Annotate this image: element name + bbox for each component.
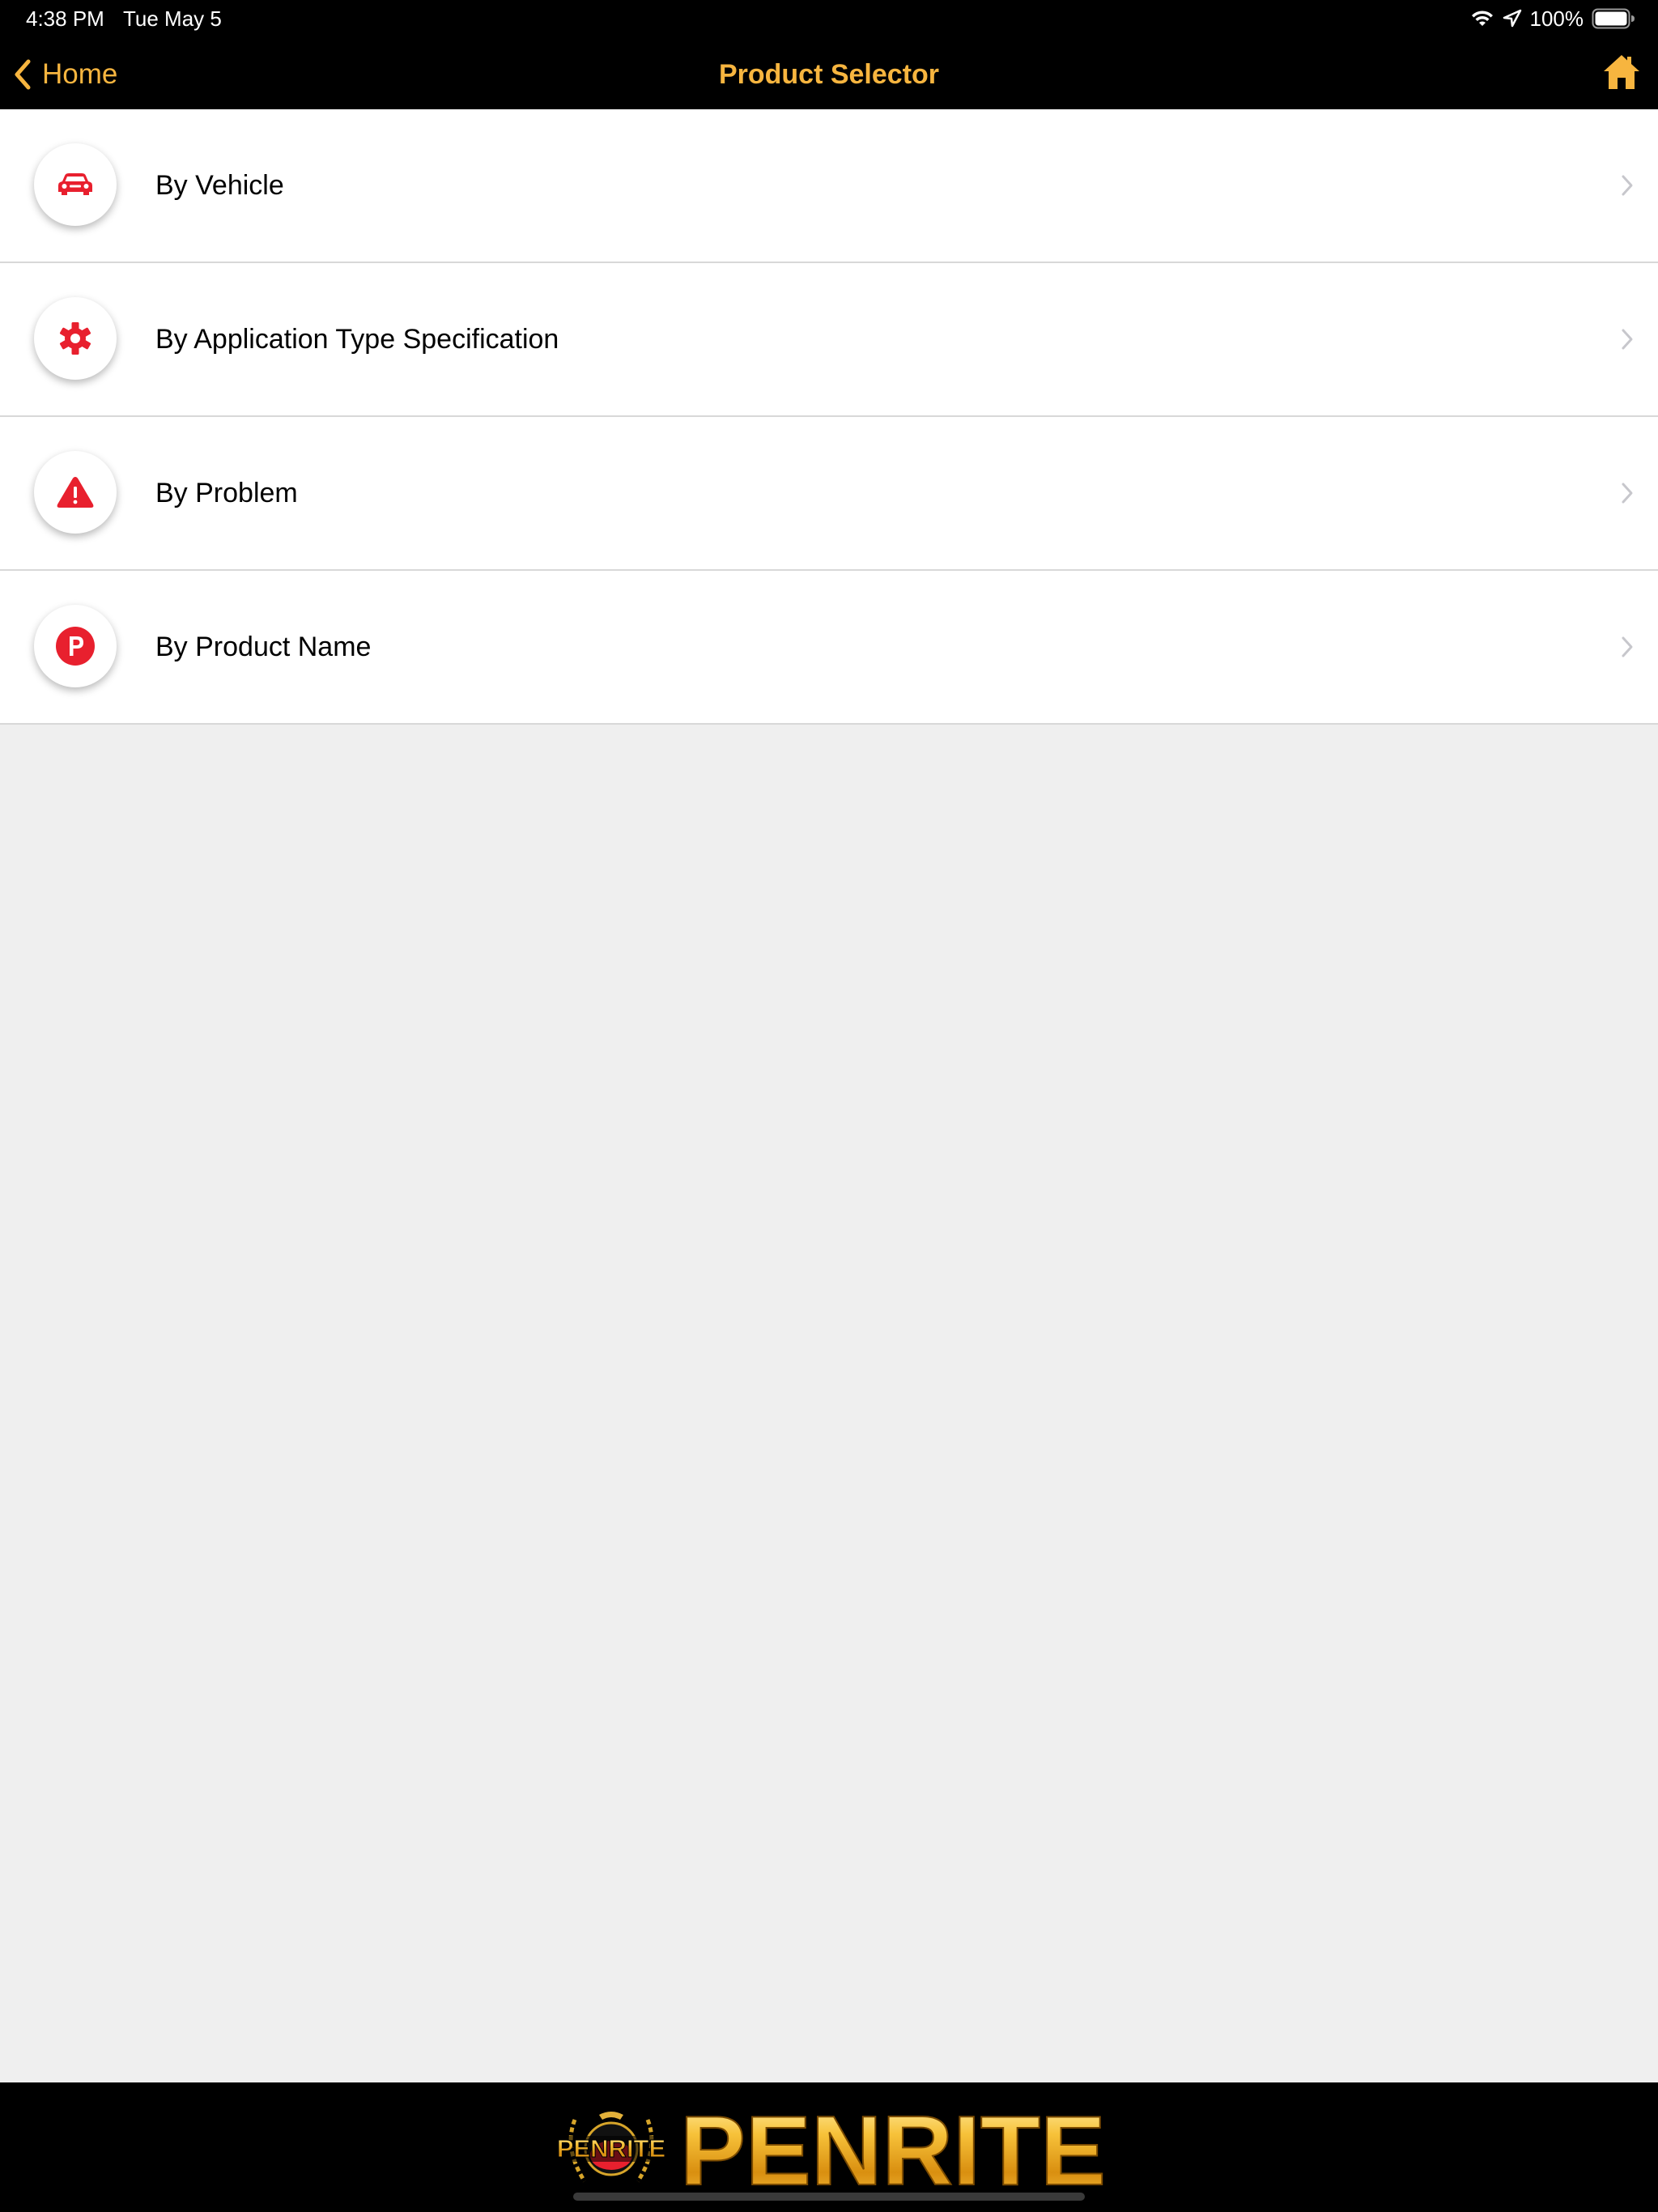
top-bar: 4:38 PM Tue May 5 100% Home Product Sele… [0, 0, 1658, 109]
icon-badge [34, 605, 117, 687]
status-date: Tue May 5 [123, 6, 222, 31]
penrite-badge-icon: PENRITE [555, 2112, 667, 2183]
wifi-icon [1471, 11, 1493, 26]
list-item-label: By Vehicle [155, 170, 284, 201]
list-item-label: By Application Type Specification [155, 324, 559, 355]
selector-list: By Vehicle By Application Type Specifica… [0, 109, 1658, 725]
chevron-right-icon [1622, 329, 1633, 350]
home-indicator[interactable] [573, 2193, 1085, 2201]
battery-percent: 100% [1529, 6, 1584, 31]
chevron-right-icon [1622, 483, 1633, 504]
chevron-right-icon [1622, 175, 1633, 196]
list-item-by-vehicle[interactable]: By Vehicle [0, 109, 1658, 263]
product-p-icon [56, 627, 95, 666]
battery-icon [1592, 8, 1635, 29]
icon-badge [34, 297, 117, 380]
list-item-label: By Problem [155, 478, 298, 508]
icon-badge [34, 143, 117, 226]
home-icon[interactable] [1601, 52, 1642, 92]
page-title: Product Selector [718, 59, 940, 90]
penrite-logo: PENRITE PENRITE [555, 2104, 1107, 2193]
car-icon [58, 173, 92, 195]
warning-icon [57, 477, 94, 508]
location-icon [1503, 9, 1521, 28]
list-item-by-problem[interactable]: By Problem [0, 417, 1658, 571]
gear-icon [59, 322, 91, 355]
list-item-by-product-name[interactable]: By Product Name [0, 571, 1658, 725]
status-time: 4:38 PM [26, 6, 104, 31]
list-item-label: By Product Name [155, 632, 372, 662]
svg-text:PENRITE: PENRITE [557, 2134, 665, 2163]
product-selector-screen: 4:38 PM Tue May 5 100% Home Product Sele… [0, 0, 1658, 2212]
svg-text:PENRITE: PENRITE [680, 2104, 1106, 2193]
brand-footer: PENRITE PENRITE [0, 2082, 1658, 2212]
status-indicators: 100% [1470, 5, 1636, 32]
chevron-right-icon [1622, 636, 1633, 657]
list-item-by-application-type[interactable]: By Application Type Specification [0, 263, 1658, 417]
icon-badge [34, 451, 117, 534]
